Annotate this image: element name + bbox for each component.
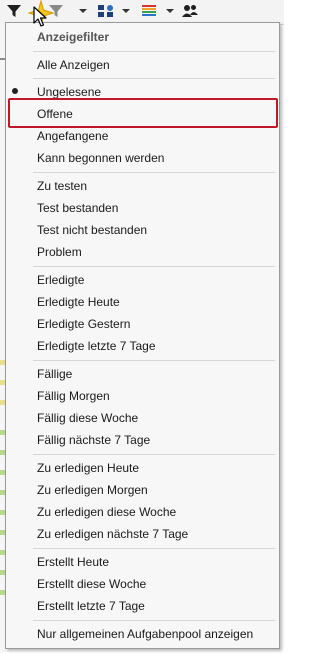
menu-separator <box>33 172 275 173</box>
chevron-down-icon[interactable] <box>166 9 174 13</box>
menu-item-zu-erledigen-naechste-7-tage[interactable]: Zu erledigen nächste 7 Tage <box>6 524 279 544</box>
filter-dropdown-menu: Anzeigefilter Alle Anzeigen Ungelesene O… <box>5 22 280 649</box>
menu-item-erstellt-heute[interactable]: Erstellt Heute <box>6 552 279 572</box>
menu-separator <box>33 620 275 621</box>
menu-item-erstellt-diese-woche[interactable]: Erstellt diese Woche <box>6 574 279 594</box>
menu-item-nur-allgemeinen-aufgabenpool[interactable]: Nur allgemeinen Aufgabenpool anzeigen <box>6 624 279 644</box>
menu-item-erledigte-gestern[interactable]: Erledigte Gestern <box>6 314 279 334</box>
menu-item-zu-testen[interactable]: Zu testen <box>6 176 279 196</box>
menu-item-zu-erledigen-heute[interactable]: Zu erledigen Heute <box>6 458 279 478</box>
menu-item-zu-erledigen-morgen[interactable]: Zu erledigen Morgen <box>6 480 279 500</box>
group-icon[interactable] <box>97 3 115 21</box>
menu-item-erstellt-letzte-7-tage[interactable]: Erstellt letzte 7 Tage <box>6 596 279 616</box>
menu-separator <box>33 360 275 361</box>
menu-header: Anzeigefilter <box>37 30 110 44</box>
users-icon[interactable] <box>181 3 199 21</box>
menu-item-test-bestanden[interactable]: Test bestanden <box>6 198 279 218</box>
menu-item-faellig-diese-woche[interactable]: Fällig diese Woche <box>6 408 279 428</box>
menu-separator <box>33 454 275 455</box>
filter-icon[interactable] <box>6 3 22 21</box>
menu-item-angefangene[interactable]: Angefangene <box>6 126 279 146</box>
selected-radio-bullet-icon <box>12 88 18 94</box>
color-bars-icon[interactable] <box>141 3 157 21</box>
menu-item-erledigte[interactable]: Erledigte <box>6 270 279 290</box>
menu-item-alle-anzeigen[interactable]: Alle Anzeigen <box>6 55 279 75</box>
menu-item-faellige[interactable]: Fällige <box>6 364 279 384</box>
menu-item-erledigte-heute[interactable]: Erledigte Heute <box>6 292 279 312</box>
menu-item-erledigte-letzte-7-tage[interactable]: Erledigte letzte 7 Tage <box>6 336 279 356</box>
menu-separator <box>33 51 275 52</box>
menu-item-test-nicht-bestanden[interactable]: Test nicht bestanden <box>6 220 279 240</box>
mouse-cursor-icon <box>33 6 47 27</box>
chevron-down-icon[interactable] <box>122 9 130 13</box>
menu-item-problem[interactable]: Problem <box>6 242 279 262</box>
menu-item-zu-erledigen-diese-woche[interactable]: Zu erledigen diese Woche <box>6 502 279 522</box>
menu-item-faellig-morgen[interactable]: Fällig Morgen <box>6 386 279 406</box>
menu-separator <box>33 266 275 267</box>
menu-separator <box>33 548 275 549</box>
menu-item-faellig-naechste-7-tage[interactable]: Fällig nächste 7 Tage <box>6 430 279 450</box>
menu-item-kann-begonnen-werden[interactable]: Kann begonnen werden <box>6 148 279 168</box>
selected-item-highlight <box>8 98 278 128</box>
chevron-down-icon[interactable] <box>79 9 87 13</box>
menu-separator <box>33 78 275 79</box>
